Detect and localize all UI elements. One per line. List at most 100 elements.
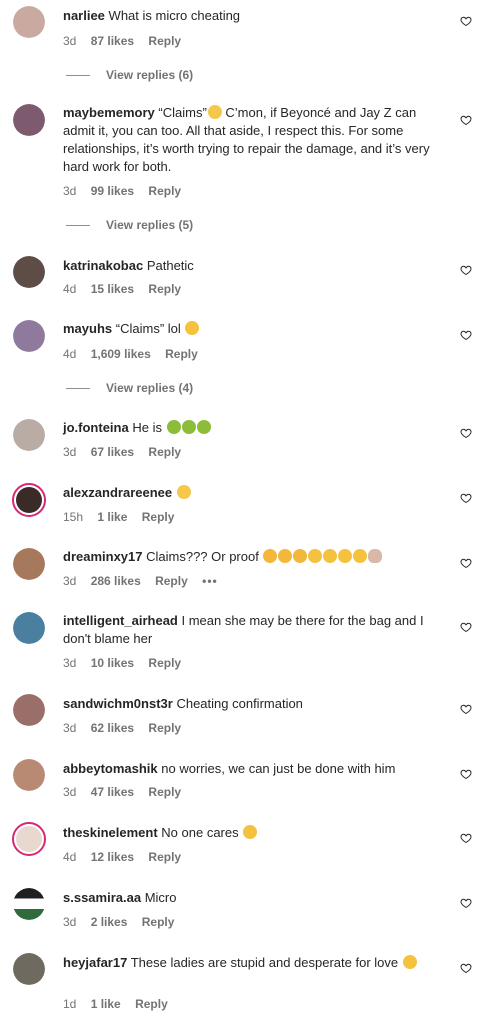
avatar[interactable] [13,612,45,644]
heart-icon[interactable] [460,15,472,27]
comment-text: These ladies are stupid and desperate fo… [130,955,399,970]
comment-meta: 3d 47 likes Reply [63,784,192,800]
comment-username[interactable]: heyjafar17 [63,955,127,970]
reply-button[interactable]: Reply [135,997,168,1011]
comment-username[interactable]: jo.fonteina [63,420,129,435]
laughing-emoji-icon [185,321,200,335]
heart-icon[interactable] [460,329,472,341]
avatar-story-ring[interactable] [12,483,46,517]
heart-icon[interactable] [460,768,472,780]
comment-body: alexzandrareenee [63,484,448,502]
avatar[interactable] [13,320,45,352]
comment-likes[interactable]: 286 likes [91,574,141,588]
reply-button[interactable]: Reply [148,282,181,296]
comment-username[interactable]: alexzandrareenee [63,485,172,500]
comment-likes[interactable]: 47 likes [91,785,134,799]
laughing-emoji-icon [308,549,323,563]
comment-meta: 4d 12 likes Reply [63,849,192,865]
replies-line [66,225,90,227]
comment-time: 3d [63,574,77,588]
avatar[interactable] [13,256,45,288]
avatar[interactable] [13,953,45,985]
comment-meta: 3d 2 likes Reply [63,914,185,930]
comment-likes[interactable]: 1 like [91,997,121,1011]
comment-time: 4d [63,282,77,296]
avatar-story-ring[interactable] [12,822,46,856]
comment-text: Pathetic [146,258,194,273]
heart-icon[interactable] [460,114,472,126]
tired-emoji-icon [278,549,293,563]
avatar[interactable] [13,694,45,726]
comment-likes[interactable]: 15 likes [91,282,134,296]
comment-username[interactable]: mayuhs [63,321,112,336]
laughing-emoji-icon [243,825,258,839]
view-replies-button[interactable]: View replies (4) [66,380,193,396]
view-replies-button[interactable]: View replies (5) [66,217,193,233]
heart-icon[interactable] [460,703,472,715]
comment-username[interactable]: s.ssamira.aa [63,890,141,905]
comment-username[interactable]: intelligent_airhead [63,613,178,628]
heart-icon[interactable] [460,962,472,974]
avatar[interactable] [13,6,45,38]
reply-button[interactable]: Reply [148,721,181,735]
comment-body: s.ssamira.aa Micro [63,889,448,907]
comment-username[interactable]: maybememory [63,105,155,120]
comment-username[interactable]: theskinelement [63,825,158,840]
comment-username[interactable]: abbeytomashik [63,761,158,776]
comment-text: He is [132,420,162,435]
avatar[interactable] [13,419,45,451]
reply-button[interactable]: Reply [148,184,181,198]
comment-username[interactable]: katrinakobac [63,258,143,273]
comment-text: Micro [144,890,177,905]
more-options-icon[interactable]: ••• [202,574,218,588]
avatar[interactable] [13,104,45,136]
comment-likes[interactable]: 1,609 likes [91,347,151,361]
comment-likes[interactable]: 67 likes [91,445,134,459]
comment-time: 3d [63,34,77,48]
comment-body: maybememory “Claims” C’mon, if Beyoncé a… [63,104,448,176]
heart-icon[interactable] [460,832,472,844]
comment-time: 3d [63,721,77,735]
reply-button[interactable]: Reply [155,574,188,588]
reply-button[interactable]: Reply [142,915,175,929]
avatar[interactable] [13,759,45,791]
comment-time: 3d [63,915,77,929]
comment-meta: 3d 67 likes Reply [63,444,192,460]
comment-body: intelligent_airhead I mean she may be th… [63,612,448,648]
heart-icon[interactable] [460,264,472,276]
comment-text: no worries, we can just be done with him [161,761,396,776]
avatar[interactable] [13,548,45,580]
reply-button[interactable]: Reply [148,850,181,864]
comment-body: heyjafar17 These ladies are stupid and d… [63,954,448,972]
comment-username[interactable]: dreaminxy17 [63,549,143,564]
comment-text: Claims??? Or proof [146,549,259,564]
heart-icon[interactable] [460,492,472,504]
comment-username[interactable]: narliee [63,8,105,23]
comment-likes[interactable]: 1 like [97,510,127,524]
reply-button[interactable]: Reply [142,510,175,524]
comment-meta: 1d 1 like Reply [63,996,179,1012]
comment-likes[interactable]: 12 likes [91,850,134,864]
heart-icon[interactable] [460,621,472,633]
heart-icon[interactable] [460,897,472,909]
reply-button[interactable]: Reply [148,34,181,48]
laughing-emoji-icon [338,549,353,563]
reply-button[interactable]: Reply [148,785,181,799]
avatar[interactable] [13,888,45,920]
comment-meta: 3d 10 likes Reply [63,655,192,671]
comment-likes[interactable]: 87 likes [91,34,134,48]
comment-meta: 15h 1 like Reply [63,509,185,525]
view-replies-button[interactable]: View replies (6) [66,67,193,83]
comment-likes[interactable]: 99 likes [91,184,134,198]
comment-username[interactable]: sandwichm0nst3r [63,696,173,711]
reply-button[interactable]: Reply [148,445,181,459]
eye-roll-emoji-icon [176,485,191,499]
comment-likes[interactable]: 62 likes [91,721,134,735]
heart-icon[interactable] [460,427,472,439]
comment-likes[interactable]: 2 likes [91,915,128,929]
heart-icon[interactable] [460,557,472,569]
comment-likes[interactable]: 10 likes [91,656,134,670]
comment-meta: 4d 15 likes Reply [63,281,192,297]
reply-button[interactable]: Reply [148,656,181,670]
reply-button[interactable]: Reply [165,347,198,361]
